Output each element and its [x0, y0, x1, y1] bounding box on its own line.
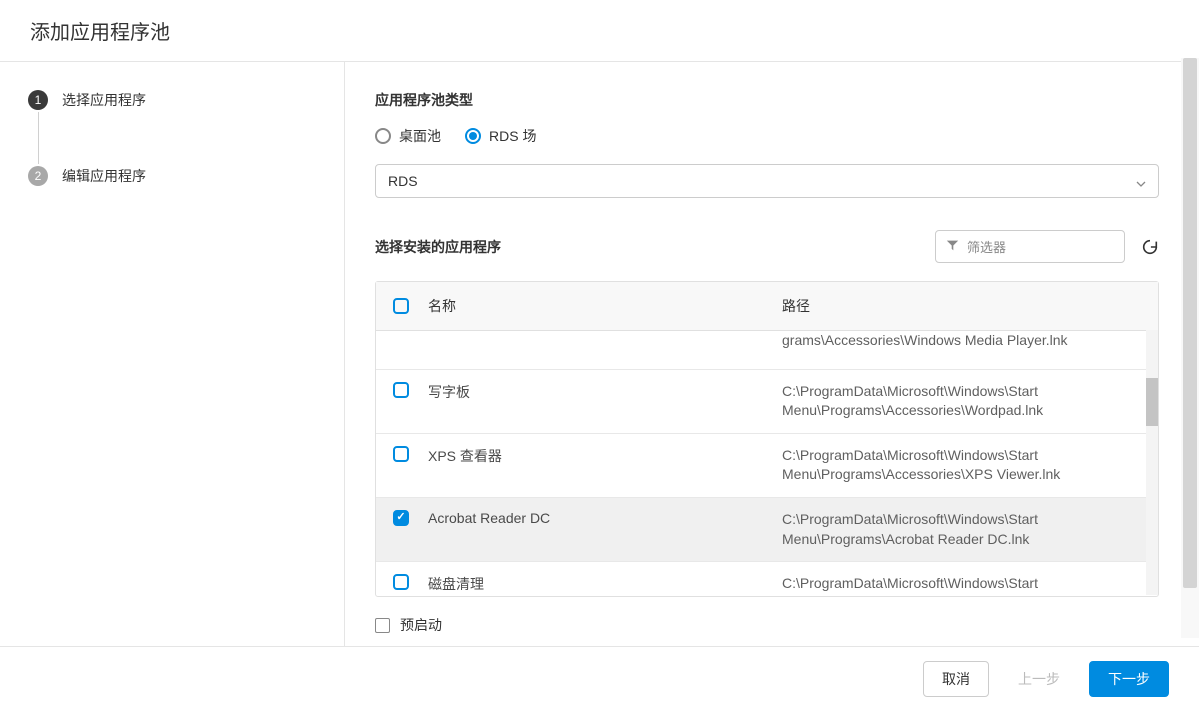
- wizard-step-2[interactable]: 2 编辑应用程序: [28, 166, 324, 186]
- outer-scrollbar-thumb[interactable]: [1183, 58, 1197, 588]
- funnel-icon: [946, 239, 959, 255]
- row-checkbox[interactable]: [393, 382, 409, 398]
- prelaunch-label: 预启动: [400, 615, 442, 635]
- radio-rds-farm[interactable]: RDS 场: [465, 126, 536, 146]
- installed-apps-label: 选择安装的应用程序: [375, 237, 501, 257]
- cancel-button[interactable]: 取消: [923, 661, 989, 697]
- table-row[interactable]: 写字板 C:\ProgramData\Microsoft\Windows\Sta…: [376, 369, 1158, 433]
- prelaunch-checkbox[interactable]: [375, 618, 390, 633]
- radio-label-rds: RDS 场: [489, 126, 536, 146]
- table-scrollbar[interactable]: [1146, 330, 1158, 595]
- cell-name: Acrobat Reader DC: [426, 510, 782, 526]
- scrollbar-thumb[interactable]: [1146, 378, 1158, 426]
- table-row[interactable]: grams\Accessories\Windows Media Player.l…: [376, 331, 1158, 369]
- refresh-button[interactable]: [1141, 238, 1159, 256]
- radio-circle-checked: [465, 128, 481, 144]
- next-button[interactable]: 下一步: [1089, 661, 1169, 697]
- radio-group-pool-type: 桌面池 RDS 场: [375, 126, 1159, 146]
- dialog-header: 添加应用程序池: [0, 0, 1199, 62]
- content-panel: 应用程序池类型 桌面池 RDS 场 RDS: [345, 62, 1199, 646]
- cell-path: C:\ProgramData\Microsoft\Windows\Start M…: [782, 382, 1158, 421]
- dialog-title: 添加应用程序池: [30, 16, 1169, 45]
- cell-name: XPS 查看器: [426, 446, 782, 466]
- step-connector: [38, 112, 39, 164]
- radio-label-desktop: 桌面池: [399, 126, 441, 146]
- outer-scrollbar[interactable]: [1181, 58, 1199, 638]
- cell-path: C:\ProgramData\Microsoft\Windows\Start M…: [782, 574, 1158, 596]
- column-header-path[interactable]: 路径: [782, 296, 1158, 316]
- dialog-footer: 取消 上一步 下一步: [0, 646, 1199, 711]
- step-number-1: 1: [28, 90, 48, 110]
- cell-path: C:\ProgramData\Microsoft\Windows\Start M…: [782, 446, 1158, 485]
- select-value: RDS: [388, 173, 418, 189]
- table-body[interactable]: grams\Accessories\Windows Media Player.l…: [376, 331, 1158, 596]
- checkmark-icon: ✓: [396, 512, 405, 523]
- step-label-1: 选择应用程序: [62, 90, 146, 110]
- select-all-checkbox[interactable]: [393, 298, 409, 314]
- step-label-2: 编辑应用程序: [62, 166, 146, 186]
- radio-circle-unchecked: [375, 128, 391, 144]
- row-checkbox[interactable]: [393, 446, 409, 462]
- cell-name: 磁盘清理: [426, 574, 782, 594]
- radio-dot: [469, 132, 477, 140]
- filter-input[interactable]: 筛选器: [935, 230, 1125, 263]
- apps-table: 名称 路径 grams\Accessories\Windows Media Pl…: [375, 281, 1159, 597]
- cell-name: 写字板: [426, 382, 782, 402]
- wizard-step-1[interactable]: 1 选择应用程序: [28, 90, 324, 110]
- table-row[interactable]: 磁盘清理 C:\ProgramData\Microsoft\Windows\St…: [376, 561, 1158, 596]
- chevron-down-icon: [1136, 176, 1146, 186]
- radio-desktop-pool[interactable]: 桌面池: [375, 126, 441, 146]
- cell-path: C:\ProgramData\Microsoft\Windows\Start M…: [782, 510, 1158, 549]
- pool-type-label: 应用程序池类型: [375, 90, 1159, 110]
- prev-button: 上一步: [999, 661, 1079, 697]
- step-number-2: 2: [28, 166, 48, 186]
- table-row[interactable]: ✓ Acrobat Reader DC C:\ProgramData\Micro…: [376, 497, 1158, 561]
- row-checkbox[interactable]: [393, 574, 409, 590]
- table-row[interactable]: XPS 查看器 C:\ProgramData\Microsoft\Windows…: [376, 433, 1158, 497]
- column-header-name[interactable]: 名称: [426, 296, 782, 316]
- prelaunch-row[interactable]: 预启动: [375, 615, 1159, 635]
- wizard-sidebar: 1 选择应用程序 2 编辑应用程序: [0, 62, 345, 646]
- rds-select[interactable]: RDS: [375, 164, 1159, 198]
- row-checkbox[interactable]: ✓: [393, 510, 409, 526]
- filter-placeholder: 筛选器: [967, 237, 1006, 256]
- table-header: 名称 路径: [376, 282, 1158, 331]
